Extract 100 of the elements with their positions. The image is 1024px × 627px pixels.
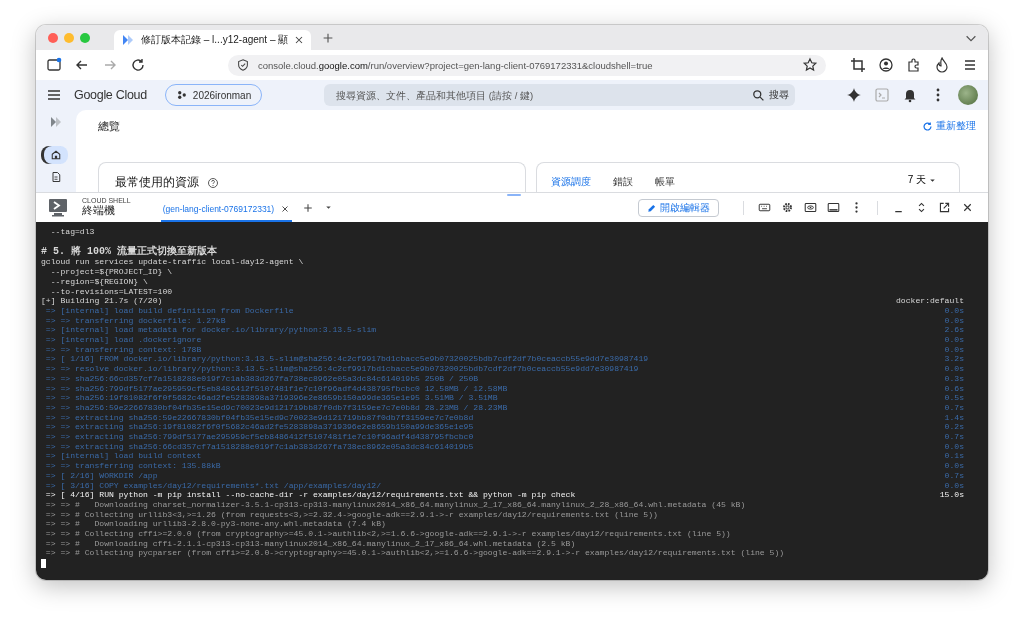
terminal-line: => [internal] load build definition from Dockerfile xyxy=(44,305,294,316)
step-duration: 3.2s xyxy=(943,354,964,365)
step-duration: 0.0s xyxy=(943,305,964,316)
pencil-icon xyxy=(647,202,657,213)
avatar[interactable] xyxy=(958,85,978,105)
home-icon xyxy=(50,149,62,161)
shield-icon xyxy=(236,58,250,72)
step-duration: 0.1s xyxy=(943,451,964,462)
reload-icon[interactable] xyxy=(130,57,146,73)
terminal-line: --to-revisions=LATEST=100 xyxy=(49,286,173,297)
crop-icon[interactable] xyxy=(850,57,866,73)
url-text: console.cloud.google.com/run/overview?project=gen-lang-client-0769172331&cloudshell=true xyxy=(258,59,653,71)
bookmark-star-icon[interactable] xyxy=(802,57,818,73)
terminal-line: # 5. 將 100% 流量正式切換至新版本 xyxy=(41,246,217,258)
step-duration: 0.5s xyxy=(943,393,964,403)
panel-title: 終端機 xyxy=(82,204,116,218)
terminal-line: => => # Downloading urllib3-2.8.0-py3-none-any.whl.metadata (7.4 kB) xyxy=(44,519,386,530)
refresh-icon xyxy=(922,120,933,132)
step-duration: 0.0s xyxy=(943,335,964,345)
step-duration: 0.0s xyxy=(943,315,964,326)
sidebar-item[interactable] xyxy=(44,146,68,164)
step-duration: 2.6s xyxy=(943,325,964,335)
text-cursor xyxy=(41,559,46,569)
terminal-line: --region=${REGION} \ xyxy=(49,276,148,287)
step-duration: docker:default xyxy=(895,296,964,306)
settings-icon[interactable] xyxy=(781,201,794,214)
sparkle-icon[interactable] xyxy=(846,87,862,103)
refresh-button[interactable]: 重新整理 xyxy=(922,119,976,133)
terminal-line: => [ 3/16] COPY examples/day12/requirements*.txt /app/examples/day12/ xyxy=(44,480,381,491)
terminal-line: => [internal] load metadata for docker.io/library/python:3.13.5-slim xyxy=(44,325,377,335)
terminal-line: => => sha256:799df5177ae295959cf5eb8486412f5107481f1e7c10f96adf4d438795fbcbc0 12.58MB / 12.58MB xyxy=(44,383,508,394)
close-icon[interactable] xyxy=(961,201,974,214)
terminal-line: => => transferring context: 178B xyxy=(44,344,202,355)
terminal-line: => [ 1/16] FROM docker.io/library/python:3.13.5-slim@sha256:4c2cf9917bd1cbacc5e9b07320025bdb7cdf2df7b0ceaccb55e9dd7e30987419 xyxy=(44,354,649,365)
flame-icon[interactable] xyxy=(934,57,950,73)
terminal-line: gcloud run services update-traffic local-day12-agent \ xyxy=(41,257,304,268)
add-tab-icon[interactable] xyxy=(302,201,315,214)
menu-icon[interactable] xyxy=(46,87,62,103)
terminal-line: --tag=dl3 xyxy=(49,227,95,237)
step-duration: 0.0s xyxy=(943,364,964,374)
terminal-line: => => # Collecting cffi>=2.0.0 (from cryptography>=45.0.1->authlib<2,>=1.6.6->google-adk==2.9.1->-r examples/day12/requirements.txt (line 5)) xyxy=(44,529,731,539)
cloud-shell-icon xyxy=(48,197,68,218)
terminal-line: => [internal] load build context xyxy=(44,451,202,462)
web-preview-icon[interactable] xyxy=(804,201,817,214)
terminal-line: => [ 2/16] WORKDIR /app xyxy=(44,470,158,481)
card-tab[interactable]: 帳單 xyxy=(655,175,675,189)
step-duration: 0.2s xyxy=(943,422,964,433)
step-duration: 0.0s xyxy=(943,480,964,491)
bell-icon[interactable] xyxy=(902,87,918,103)
terminal-line: => => extracting sha256:59e22667830bf04fb35e15ed9c70023e9d121719bb87f0db7f3159ee7c7e0b8d xyxy=(44,412,474,423)
card-title: 最常使用的資源 xyxy=(115,175,199,190)
step-duration: 0.0s xyxy=(943,441,964,452)
page-title: 總覽 xyxy=(98,118,121,134)
step-duration: 0.7s xyxy=(943,470,964,481)
monitor-icon[interactable] xyxy=(827,201,840,214)
caret-icon[interactable] xyxy=(324,203,334,212)
project-dots-icon xyxy=(175,89,188,101)
extension-icon[interactable] xyxy=(906,57,922,73)
terminal-line: => => sha256:19f81082f6f0f5682c46ad2fe5283898a3719396e2e8659b150a99de365e1e95 3.51MB / 3.51MB xyxy=(44,393,498,403)
account-icon[interactable] xyxy=(878,57,894,73)
step-duration: 1.4s xyxy=(943,412,964,423)
open-editor-button[interactable]: 開啟編輯器 xyxy=(638,198,719,217)
terminal-line: => => transferring context: 135.88kB xyxy=(44,461,221,471)
open-in-new-window-icon[interactable] xyxy=(938,201,951,214)
terminal-line: => => extracting sha256:66cd357cf7a1518288e019f7c1ab383d267fa738ec8962e05a3dc84c614019b5 xyxy=(44,441,474,452)
terminal-line: => => # Collecting urllib3<3,>=1.26 (from requests<3,>=2.32.4->google-adk==2.9.1->-r examples/day12/requirements.txt (line 5)) xyxy=(44,509,658,520)
terminal-line: => => transferring dockerfile: 1.27kB xyxy=(44,315,226,326)
search-field[interactable]: 搜尋資源、文件、產品和其他項目 (請按 / 鍵) 搜尋 xyxy=(324,84,796,106)
terminal-line: => => # Collecting pycparser (from cffi>=2.0.0->cryptography>=45.0.1->authlib<2,>=1.6.6->google-adk==2.9.1->-r examples/day12/requirements.txt (line 5)) xyxy=(44,548,785,559)
step-duration: 0.7s xyxy=(943,402,964,413)
card-tab[interactable]: 錯誤 xyxy=(613,175,633,189)
step-duration: 0.7s xyxy=(943,432,964,442)
terminal-line: => [internal] load .dockerignore xyxy=(44,335,202,345)
step-duration: 0.3s xyxy=(943,373,964,384)
document-icon xyxy=(50,171,62,183)
terminal-line: [+] Building 21.7s (7/20) xyxy=(41,296,163,306)
product-logo-text[interactable]: Google Cloud xyxy=(74,88,147,102)
browser-tab[interactable]: 修訂版本記錄 – l...y12-agent – 顯 xyxy=(114,30,312,50)
address-bar[interactable]: console.cloud.google.com/run/overview?project=gen-lang-client-0769172331&cloudshell=true xyxy=(228,54,826,76)
resize-handle[interactable] xyxy=(507,194,521,196)
card-tab[interactable]: 資源調度 xyxy=(551,175,591,189)
terminal-line: => => resolve docker.io/library/python:3.13.5-slim@sha256:4c2cf9917bd1cbacc5e9b07320025bdb7cdf2df7b0ceaccb55e9dd7e30987419 xyxy=(44,364,639,374)
menu-icon[interactable] xyxy=(962,57,978,73)
step-duration: 15.0s xyxy=(938,490,964,500)
help-icon[interactable] xyxy=(207,176,219,189)
run-logo-icon xyxy=(120,32,136,48)
terminal[interactable] xyxy=(36,222,988,580)
keyboard-icon[interactable] xyxy=(758,201,771,214)
terminal-line: => => sha256:66cd357cf7a1518288e019f7c1ab383d267fa738ec8962e05a3dc84c614019b5 250B / 250B xyxy=(44,373,479,384)
search-button[interactable]: 搜尋 xyxy=(752,88,790,102)
terminal-line: => => extracting sha256:799df5177ae295959cf5eb8486412f5107481f1e7c10f96adf4d438795fbcbc0 xyxy=(44,432,474,442)
sidebar-toggle-icon[interactable] xyxy=(46,57,62,73)
terminal-line: => => # Downloading charset_normalizer-3.5.1-cp313-cp313-manylinux2014_x86_64.manylinux_2_17_x86_64.manylinux_2_28_x86_64.whl.metadata (45 kB) xyxy=(44,499,746,510)
search-icon xyxy=(752,88,766,102)
time-range-dropdown[interactable]: 7 天 xyxy=(907,173,937,187)
terminal-line: => [ 4/16] RUN python -m pip install --no-cache-dir -r examples/day12/requirements.txt && python -m pip check xyxy=(44,490,576,500)
terminal-line: => => # Downloading cffi-2.1.1-cp313-cp313-manylinux2014_x86_64.manylinux_2_17_x86_64.whl.metadata (2.5 kB) xyxy=(44,538,576,549)
step-duration: 0.0s xyxy=(943,461,964,471)
terminal-line: => => sha256:59e22667830bf04fb35e15ed9c70023e9d121719bb87f0db7f3159ee7c7e0b8d 28.23MB / 28.23MB xyxy=(44,402,508,413)
run-logo-icon xyxy=(48,114,64,130)
